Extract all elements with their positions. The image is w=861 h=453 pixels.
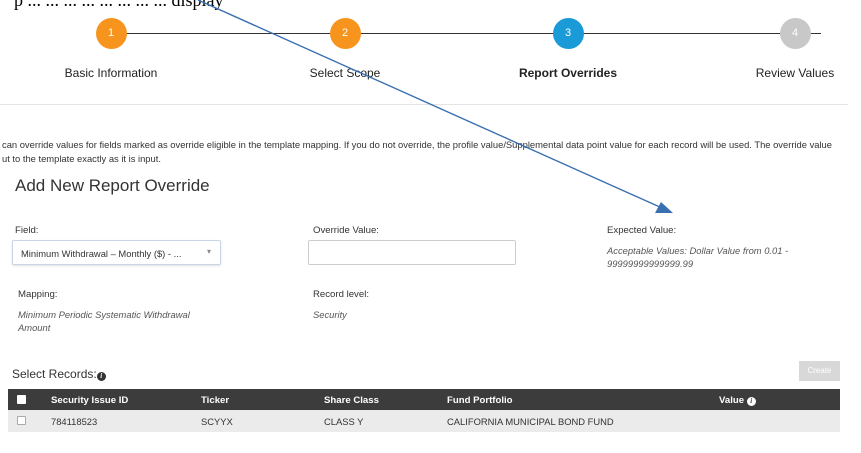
step-number-circle: 1 xyxy=(95,18,127,49)
step-label: Basic Information xyxy=(64,66,158,80)
select-records-heading: Select Records: i xyxy=(12,367,106,381)
step-label: Review Values xyxy=(755,66,835,80)
step-review-values[interactable]: 4 Review Values xyxy=(720,18,861,80)
field-select-value: Minimum Withdrawal – Monthly ($) - ... xyxy=(21,248,182,259)
expected-value-label: Expected Value: xyxy=(607,225,677,236)
column-header-share-class[interactable]: Share Class xyxy=(324,395,379,406)
cell-share-class: CLASS Y xyxy=(324,416,364,427)
table-header: Security Issue ID Ticker Share Class Fun… xyxy=(8,389,840,410)
instruction-line-1: can override values for fields marked as… xyxy=(2,139,832,150)
expected-value-text: Acceptable Values: Dollar Value from 0.0… xyxy=(607,245,789,269)
instruction-line-2: ut to the template exactly as it is inpu… xyxy=(2,153,161,164)
step-report-overrides[interactable]: 3 Report Overrides xyxy=(493,18,643,80)
column-header-security-issue-id[interactable]: Security Issue ID xyxy=(51,395,128,406)
annotation-arrow-head xyxy=(655,202,673,213)
select-records-label: Select Records: xyxy=(12,367,97,381)
step-number-circle: 3 xyxy=(552,18,584,49)
step-label: Select Scope xyxy=(309,66,381,80)
mapping-label: Mapping: xyxy=(18,289,58,300)
row-checkbox[interactable] xyxy=(17,416,26,425)
divider xyxy=(0,104,848,105)
info-icon[interactable]: i xyxy=(96,372,106,381)
progress-stepper: 1 Basic Information 2 Select Scope 3 Rep… xyxy=(0,15,861,85)
column-header-value[interactable]: Value i xyxy=(719,395,756,406)
column-header-ticker[interactable]: Ticker xyxy=(201,395,229,406)
instruction-text: can override values for fields marked as… xyxy=(2,138,858,166)
chevron-down-icon: ▾ xyxy=(206,247,211,256)
create-button[interactable]: Create xyxy=(799,361,840,381)
column-header-fund-portfolio[interactable]: Fund Portfolio xyxy=(447,395,513,406)
record-level-value: Security xyxy=(313,309,347,320)
field-select[interactable]: Minimum Withdrawal – Monthly ($) - ... ▾ xyxy=(12,240,221,265)
step-select-scope[interactable]: 2 Select Scope xyxy=(270,18,420,80)
field-label: Field: xyxy=(15,225,39,236)
record-level-label: Record level: xyxy=(313,289,369,300)
mapping-value: Minimum Periodic Systematic Withdrawal A… xyxy=(18,309,190,333)
cell-ticker: SCYYX xyxy=(201,416,233,427)
cell-security-issue-id: 784118523 xyxy=(51,416,98,427)
top-text-fragment: p ... ... ... ... ... ... ... ... displa… xyxy=(14,0,224,10)
step-number-circle: 4 xyxy=(779,18,811,49)
select-all-checkbox[interactable] xyxy=(17,395,26,404)
step-basic-information[interactable]: 1 Basic Information xyxy=(36,18,186,80)
page-title: Add New Report Override xyxy=(15,176,210,195)
override-value-label: Override Value: xyxy=(313,225,379,236)
stepper-line xyxy=(110,33,821,34)
table-row[interactable]: 784118523 SCYYX CLASS Y CALIFORNIA MUNIC… xyxy=(8,410,840,432)
step-label: Report Overrides xyxy=(518,66,618,80)
override-value-input[interactable] xyxy=(308,240,516,265)
cell-fund-portfolio: CALIFORNIA MUNICIPAL BOND FUND xyxy=(447,416,614,427)
step-number-circle: 2 xyxy=(329,18,361,49)
records-table: Security Issue ID Ticker Share Class Fun… xyxy=(8,389,840,432)
info-icon[interactable]: i xyxy=(746,397,756,406)
column-header-value-label: Value xyxy=(719,395,745,406)
